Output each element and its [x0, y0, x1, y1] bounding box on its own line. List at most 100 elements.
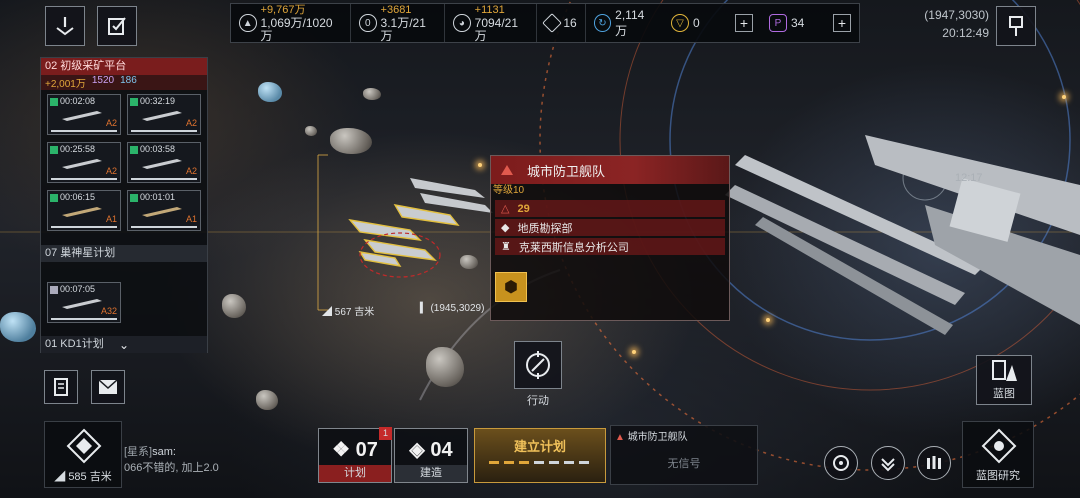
action-label: 行动 [527, 395, 549, 407]
research-label: 蓝图研究 [976, 470, 1020, 482]
bookmark-button[interactable] [996, 6, 1036, 46]
fleet-level: A32 [100, 306, 117, 316]
fleet-card[interactable]: 00:02:08 A2 [47, 94, 121, 135]
blueprint-button[interactable]: 蓝图 [976, 355, 1032, 405]
target-header: 城市防卫舰队 [491, 156, 729, 184]
ship-icon [62, 111, 102, 121]
space-station [725, 135, 1080, 335]
plan-slots [489, 461, 589, 464]
plan-badge: 1 [379, 427, 392, 440]
tasks-button[interactable] [97, 6, 137, 46]
metal-value: 1,069万/1020万 [260, 15, 333, 43]
blueprint-research-button[interactable]: 蓝图研究 [962, 421, 1034, 488]
fleet-card[interactable]: 00:03:58 A2 [127, 142, 201, 183]
action-button[interactable] [514, 341, 562, 389]
fleet-card[interactable]: 00:25:58 A2 [47, 142, 121, 183]
add-gold-button[interactable]: + [735, 14, 753, 32]
section-mining-title[interactable]: 02 初级采矿平台 [41, 58, 207, 75]
ship-icon [142, 111, 182, 121]
target-faction: 地质勘探部 [517, 222, 573, 235]
download-button[interactable] [871, 446, 905, 480]
arrow-icon: ◢ [322, 307, 335, 318]
asteroid [330, 128, 372, 154]
fleet-level: A1 [105, 214, 117, 224]
fleet-level: A2 [185, 118, 197, 128]
ship-icon [142, 159, 182, 169]
resource-gas[interactable]: ◕ +1131 7094/21万 [445, 4, 538, 42]
document-icon [54, 378, 68, 396]
flag-icon [1009, 16, 1023, 36]
thruster-glow [632, 350, 636, 354]
establish-plan-button[interactable]: 建立计划 [474, 428, 606, 483]
fleet-card[interactable]: 00:01:01 A1 [127, 190, 201, 231]
asteroid [426, 347, 464, 387]
credits[interactable]: ↻ 2,114万 [586, 4, 663, 42]
checklist-icon [108, 17, 126, 35]
fleet-level: A2 [105, 118, 117, 128]
fleet-level: A2 [105, 166, 117, 176]
build-button[interactable]: ◈ 04 建造 [394, 428, 468, 483]
ship-icon [142, 207, 182, 217]
asteroid [222, 294, 246, 318]
blueprint-label: 蓝图 [993, 388, 1015, 400]
hostile-icon: ▲ [615, 432, 628, 443]
loot-box-icon[interactable]: ⬢ [495, 272, 527, 302]
alert-icon [56, 17, 74, 36]
fleet-counter[interactable]: 16 [537, 4, 586, 42]
plan-icon: ❖ [332, 439, 351, 461]
target-info-panel[interactable]: 城市防卫舰队 等级10 △ 29 ◆ 地质勘探部 ♜ 克莱西斯信息分析公司 ⬢ [490, 155, 730, 321]
fleet-card[interactable]: 00:32:19 A2 [127, 94, 201, 135]
mail-icon [98, 379, 118, 394]
metal-icon: ▲ [239, 14, 257, 32]
pin-icon: ▍ [420, 303, 431, 314]
target-faction-row: ◆ 地质勘探部 [495, 219, 725, 236]
add-purple-button[interactable]: + [833, 14, 851, 32]
hostile-icon [501, 165, 513, 175]
galaxy-button[interactable]: ◢ 585 吉米 [44, 421, 122, 488]
section-nest-title[interactable]: 07 巢神星计划 [41, 245, 207, 262]
stat-gas: 186 [120, 75, 137, 86]
clock: 20:12:49 [942, 26, 989, 40]
blueprint-icon [992, 360, 1017, 381]
ice-asteroid [258, 82, 282, 102]
fleet-level: A2 [185, 166, 197, 176]
fleet-icon [542, 13, 563, 33]
resource-bar: ▲ +9,767万 1,069万/1020万 0 +3681 3.1万/21万 ◕ … [230, 3, 860, 43]
resource-crystal[interactable]: 0 +3681 3.1万/21万 [351, 4, 446, 43]
crew-button[interactable] [917, 446, 951, 480]
target-coords-label: ▍ (1945,3029) [420, 303, 485, 314]
thruster-glow [478, 163, 482, 167]
fleet-card[interactable]: 00:06:15 A1 [47, 190, 121, 231]
gold-currency[interactable]: ▽ 0 + [663, 4, 761, 42]
chat-box[interactable]: [星系]sam: 066不错的, 加上2.0 [124, 444, 314, 480]
fleet-count: 16 [563, 16, 577, 30]
fleet-timer: 00:32:19 [140, 96, 176, 106]
chat-message: 066不错的, 加上2.0 [124, 462, 219, 474]
enemy-fleet[interactable] [405, 168, 495, 228]
fleet-timer: 00:06:15 [60, 192, 96, 202]
log-button[interactable] [44, 370, 78, 404]
radar-icon [833, 455, 849, 471]
location-icon: ◢ [54, 471, 69, 483]
current-coords: (1947,3030) [924, 8, 989, 22]
fleet-timer: 00:07:05 [60, 284, 96, 294]
target-power-row: △ 29 [495, 200, 725, 217]
mail-button[interactable] [91, 370, 125, 404]
chat-channel: [星系] [124, 446, 153, 458]
asteroid [256, 390, 278, 410]
credits-icon: ↻ [593, 14, 612, 32]
fleet-timer: 00:25:58 [60, 144, 96, 154]
resource-metal[interactable]: ▲ +9,767万 1,069万/1020万 [231, 4, 352, 43]
crystal-value: 3.1万/21万 [380, 15, 426, 43]
scan-button[interactable] [824, 446, 858, 480]
target-preview[interactable]: ▲ 城市防卫舰队 无信号 [610, 425, 758, 485]
alert-button[interactable] [45, 6, 85, 46]
fleet-card[interactable]: 00:07:05 A32 [47, 282, 121, 323]
plan-count: ❖ 07 [332, 439, 378, 461]
company-icon: ♜ [501, 241, 511, 253]
expand-chevron-icon[interactable]: ⌄ [119, 338, 129, 352]
plan-button[interactable]: ❖ 07 计划 1 [318, 427, 392, 483]
purple-currency[interactable]: P 34 + [761, 4, 859, 42]
ship-icon [62, 299, 102, 309]
ship-icon [62, 159, 102, 169]
